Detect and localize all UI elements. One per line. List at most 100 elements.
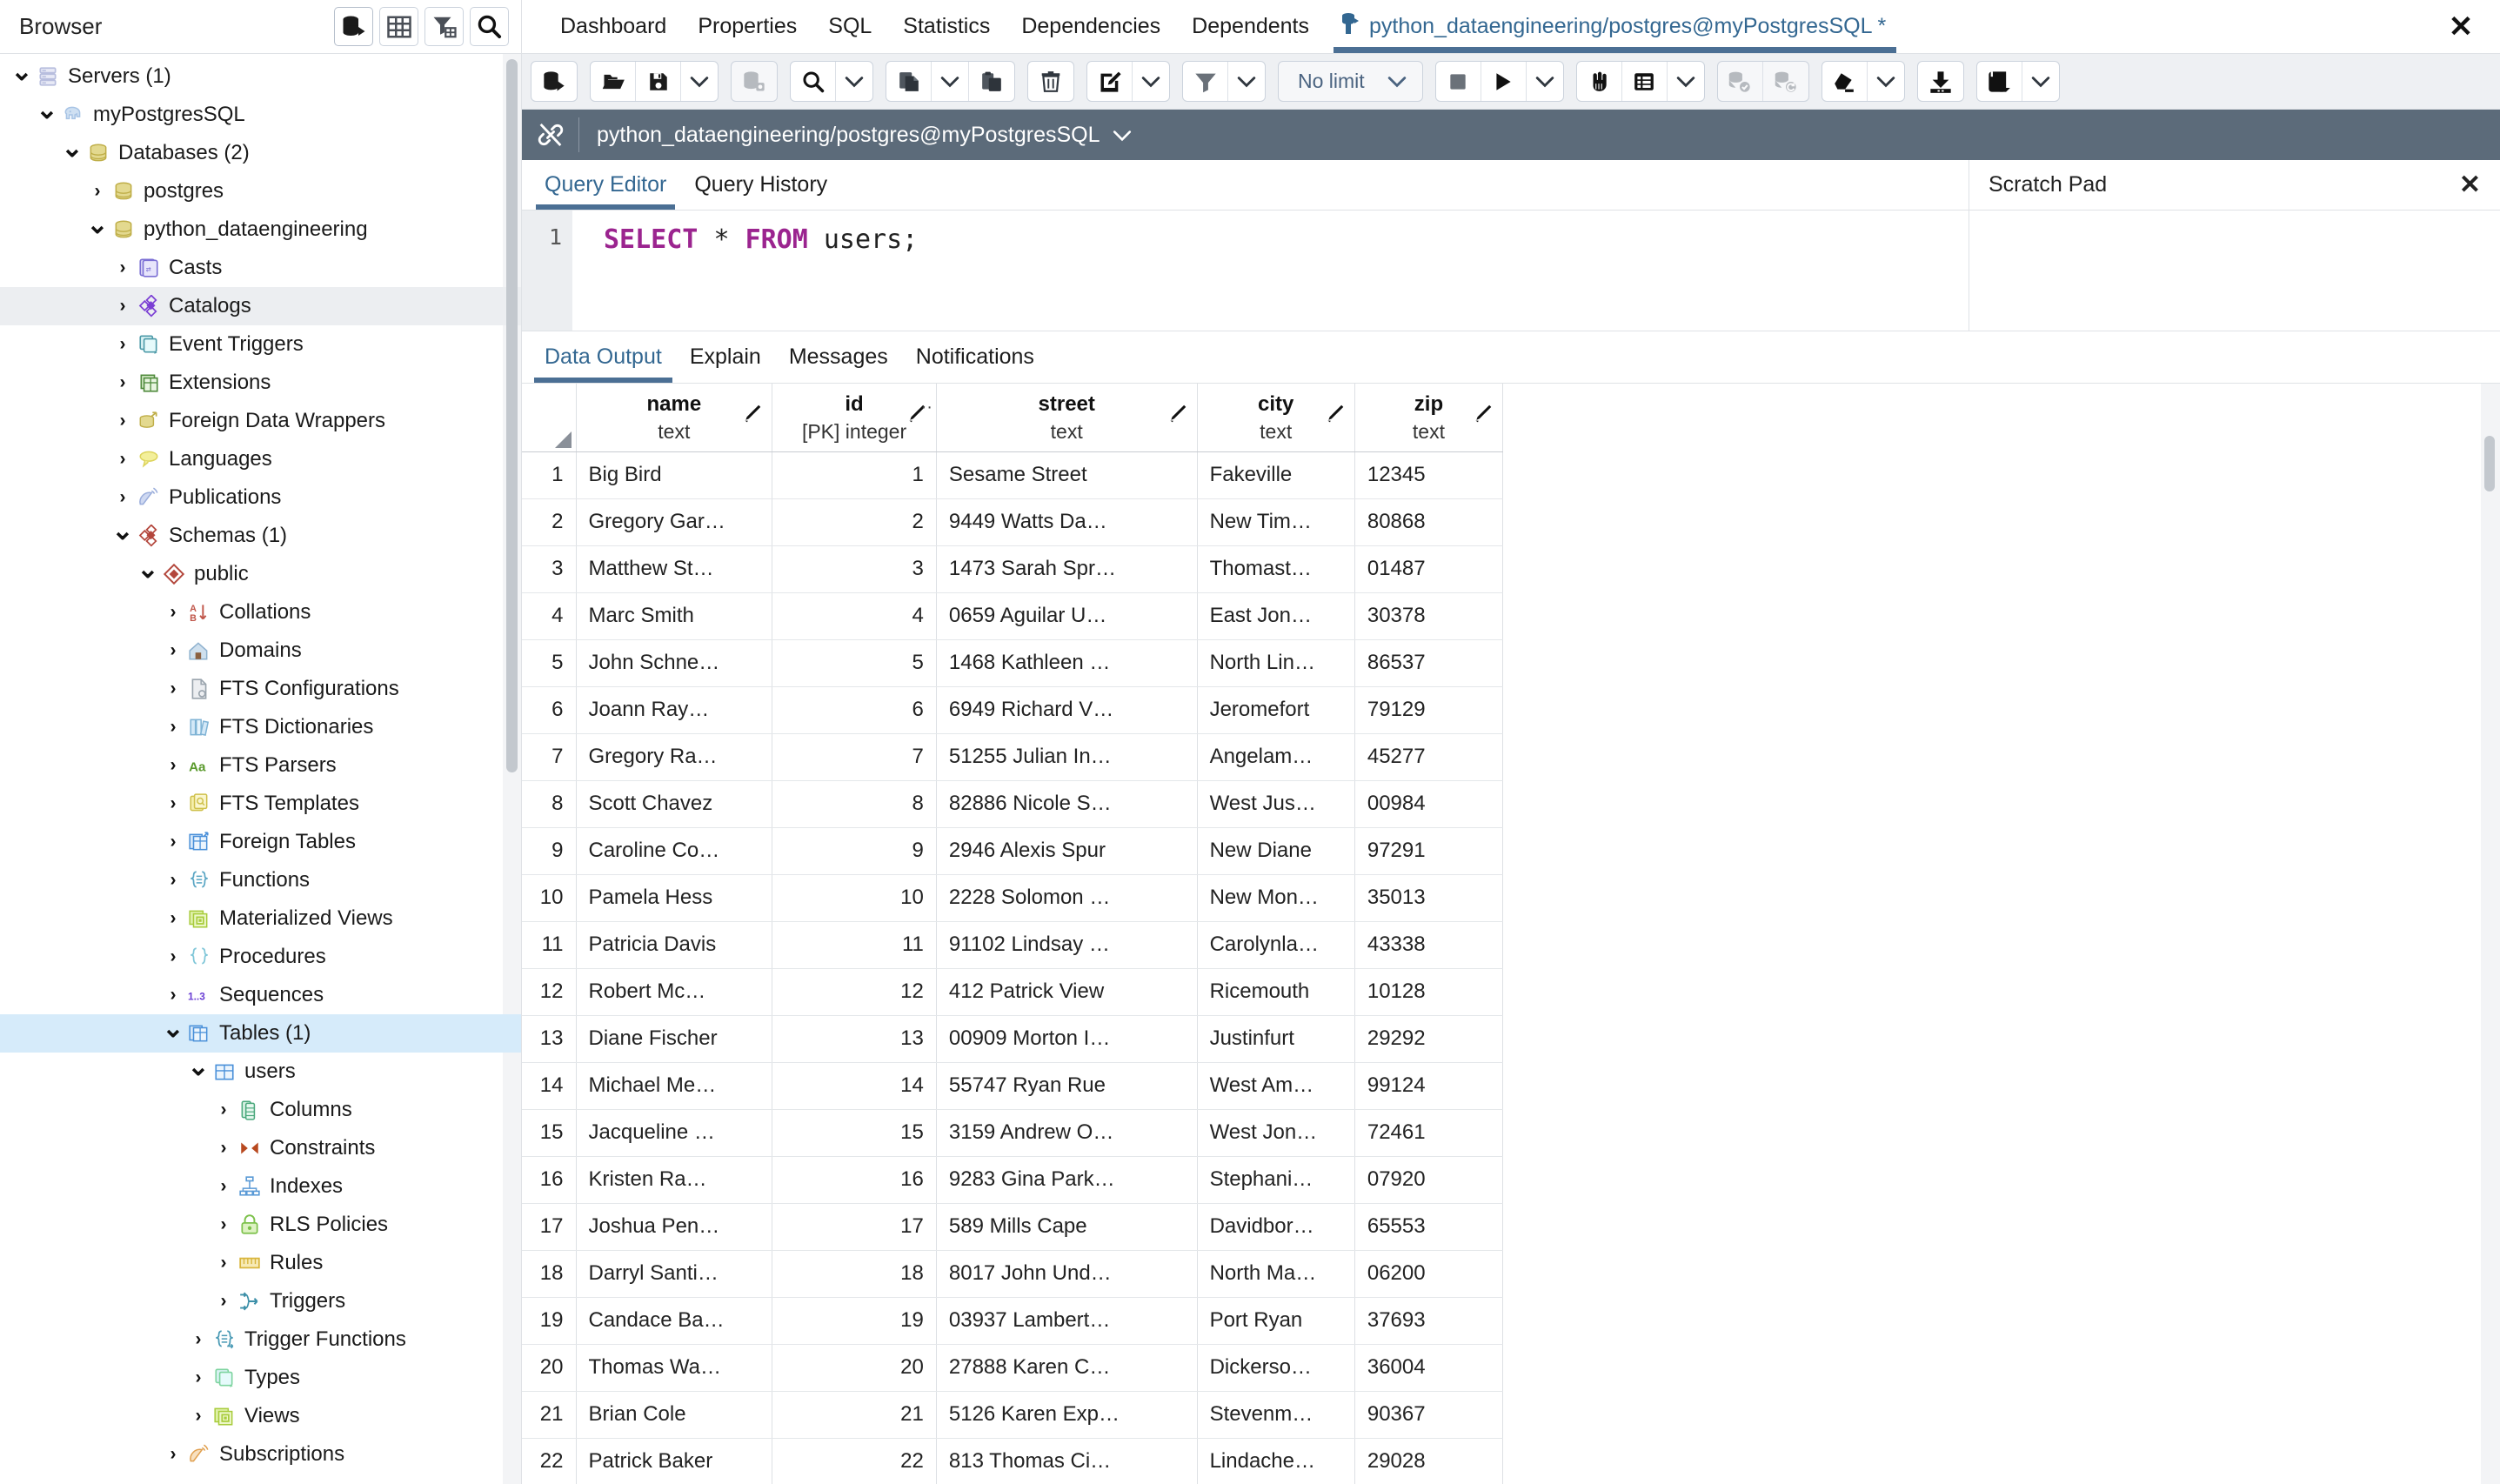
cell-city[interactable]: West Jon… [1197, 1109, 1355, 1157]
chevron-down-icon[interactable]: ⌄ [111, 518, 134, 547]
cell-zip[interactable]: 97291 [1354, 827, 1504, 875]
cell-id[interactable]: 11 [772, 921, 937, 969]
cell-name[interactable]: Pamela Hess [576, 874, 773, 922]
cell-id[interactable]: 1 [772, 451, 937, 499]
chevron-down-icon[interactable] [1668, 62, 1704, 101]
chevron-right-icon[interactable]: › [111, 333, 134, 356]
row-number-cell[interactable]: 19 [522, 1297, 577, 1345]
cell-id[interactable]: 16 [772, 1156, 937, 1204]
cell-street[interactable]: 3159 Andrew O… [936, 1109, 1198, 1157]
row-number-cell[interactable]: 13 [522, 1015, 577, 1063]
cell-zip[interactable]: 79129 [1354, 686, 1504, 734]
chevron-down-icon[interactable]: ⌄ [10, 59, 33, 88]
edit-pencil-icon[interactable] [740, 403, 763, 431]
hand-pointer-icon[interactable] [1577, 62, 1622, 101]
chevron-down-icon[interactable] [1133, 62, 1169, 101]
cell-id[interactable]: 7 [772, 733, 937, 781]
chevron-right-icon[interactable]: › [162, 678, 184, 700]
chevron-down-icon[interactable]: ⌄ [162, 1016, 184, 1045]
chevron-right-icon[interactable]: › [212, 1137, 235, 1160]
chevron-right-icon[interactable]: › [187, 1367, 210, 1389]
table-row[interactable]: 19 Candace Ba… 19 03937 Lambert… Port Ryan 37… [522, 1297, 1504, 1345]
cell-zip[interactable]: 06200 [1354, 1250, 1504, 1298]
delete-trash-icon[interactable] [1028, 62, 1073, 101]
cell-city[interactable]: East Jon… [1197, 592, 1355, 640]
tree-item-materialized-views[interactable]: › Materialized Views [0, 899, 521, 938]
tree-item-publications[interactable]: › Publications [0, 478, 521, 517]
tree-item-catalogs[interactable]: › Catalogs [0, 287, 521, 325]
copy-icon[interactable] [886, 62, 932, 101]
tree-item-constraints[interactable]: › Constraints [0, 1129, 521, 1167]
tab-messages[interactable]: Messages [775, 331, 902, 383]
cell-name[interactable]: Diane Fischer [576, 1015, 773, 1063]
cell-id[interactable]: 6 [772, 686, 937, 734]
scratch-pad-textarea[interactable] [1969, 211, 2500, 331]
table-row[interactable]: 8 Scott Chavez 8 82886 Nicole S… West Jus… 00… [522, 780, 1504, 828]
cell-name[interactable]: Thomas Wa… [576, 1344, 773, 1392]
close-icon[interactable]: ✕ [2422, 0, 2500, 53]
chevron-right-icon[interactable]: › [162, 754, 184, 777]
tree-item-languages[interactable]: › Languages [0, 440, 521, 478]
cell-city[interactable]: Fakeville [1197, 451, 1355, 499]
cell-zip[interactable]: 45277 [1354, 733, 1504, 781]
row-number-cell[interactable]: 12 [522, 968, 577, 1016]
table-row[interactable]: 18 Darryl Santi… 18 8017 John Und… North Ma…… [522, 1250, 1504, 1298]
cell-zip[interactable]: 29292 [1354, 1015, 1504, 1063]
tree-item-fts-configurations[interactable]: › FTS Configurations [0, 670, 521, 708]
cell-zip[interactable]: 65553 [1354, 1203, 1504, 1251]
tab-sql[interactable]: SQL [812, 0, 887, 53]
cell-zip[interactable]: 86537 [1354, 639, 1504, 687]
cell-zip[interactable]: 12345 [1354, 451, 1504, 499]
cell-street[interactable]: 2228 Solomon … [936, 874, 1198, 922]
table-row[interactable]: 7 Gregory Ra… 7 51255 Julian In… Angelam… 452… [522, 733, 1504, 781]
cell-name[interactable]: Scott Chavez [576, 780, 773, 828]
cell-id[interactable]: 19 [772, 1297, 937, 1345]
row-number-cell[interactable]: 21 [522, 1391, 577, 1439]
tree-item-foreign-data-wrappers[interactable]: › Foreign Data Wrappers [0, 402, 521, 440]
chevron-down-icon[interactable]: ⌄ [187, 1054, 210, 1083]
cell-name[interactable]: John Schne… [576, 639, 773, 687]
tree-item-fts-dictionaries[interactable]: › FTS Dictionaries [0, 708, 521, 746]
tab-query-tool[interactable]: python_dataengineering/postgres@myPostgr… [1325, 0, 1902, 53]
cell-city[interactable]: North Ma… [1197, 1250, 1355, 1298]
table-row[interactable]: 4 Marc Smith 4 0659 Aguilar U… East Jon… 3037… [522, 592, 1504, 640]
rollback-icon[interactable] [1763, 62, 1808, 101]
cell-street[interactable]: 589 Mills Cape [936, 1203, 1198, 1251]
sql-editor-content[interactable]: SELECT * FROM users; [572, 211, 918, 331]
row-number-cell[interactable]: 10 [522, 874, 577, 922]
cell-street[interactable]: 55747 Ryan Rue [936, 1062, 1198, 1110]
cell-id[interactable]: 10 [772, 874, 937, 922]
cell-city[interactable]: Thomast… [1197, 545, 1355, 593]
cell-street[interactable]: 0659 Aguilar U… [936, 592, 1198, 640]
chevron-right-icon[interactable]: › [212, 1175, 235, 1198]
cell-id[interactable]: 8 [772, 780, 937, 828]
result-grid[interactable]: name text id [PK] integer ·· street text city te… [522, 384, 1504, 1484]
tree-item-schemas-1[interactable]: ⌄ Schemas (1) [0, 517, 521, 555]
table-row[interactable]: 21 Brian Cole 21 5126 Karen Exp… Stevenm… 903… [522, 1391, 1504, 1439]
cell-name[interactable]: Robert Mc… [576, 968, 773, 1016]
tree-item-extensions[interactable]: › Extensions [0, 364, 521, 402]
tree-item-tables-1[interactable]: ⌄ Tables (1) [0, 1014, 521, 1053]
table-row[interactable]: 14 Michael Me… 14 55747 Ryan Rue West Am… 991… [522, 1062, 1504, 1110]
row-number-cell[interactable]: 7 [522, 733, 577, 781]
chevron-down-icon[interactable] [681, 62, 718, 101]
table-row[interactable]: 1 Big Bird 1 Sesame Street Fakeville 12345 [522, 451, 1504, 499]
tab-dependencies[interactable]: Dependencies [1006, 0, 1176, 53]
tree-item-users[interactable]: ⌄ users [0, 1053, 521, 1091]
cell-street[interactable]: 27888 Karen C… [936, 1344, 1198, 1392]
chevron-down-icon[interactable] [836, 62, 872, 101]
stop-icon[interactable] [1436, 62, 1481, 101]
table-row[interactable]: 12 Robert Mc… 12 412 Patrick View Ricemouth 1… [522, 968, 1504, 1016]
cell-street[interactable]: 9449 Watts Da… [936, 498, 1198, 546]
filter-icon[interactable] [1183, 62, 1228, 101]
cell-name[interactable]: Caroline Co… [576, 827, 773, 875]
search-icon-button[interactable] [470, 7, 509, 46]
cell-street[interactable]: 82886 Nicole S… [936, 780, 1198, 828]
table-row[interactable]: 5 John Schne… 5 1468 Kathleen … North Lin… 86… [522, 639, 1504, 687]
tree-item-subscriptions[interactable]: › Subscriptions [0, 1435, 521, 1474]
chevron-down-icon[interactable] [932, 62, 969, 101]
table-row[interactable]: 15 Jacqueline … 15 3159 Andrew O… West Jon… 7… [522, 1109, 1504, 1157]
cell-city[interactable]: Jeromefort [1197, 686, 1355, 734]
chevron-right-icon[interactable]: › [162, 984, 184, 1006]
tree-item-mypostgressql[interactable]: ⌄ myPostgresSQL [0, 96, 521, 134]
